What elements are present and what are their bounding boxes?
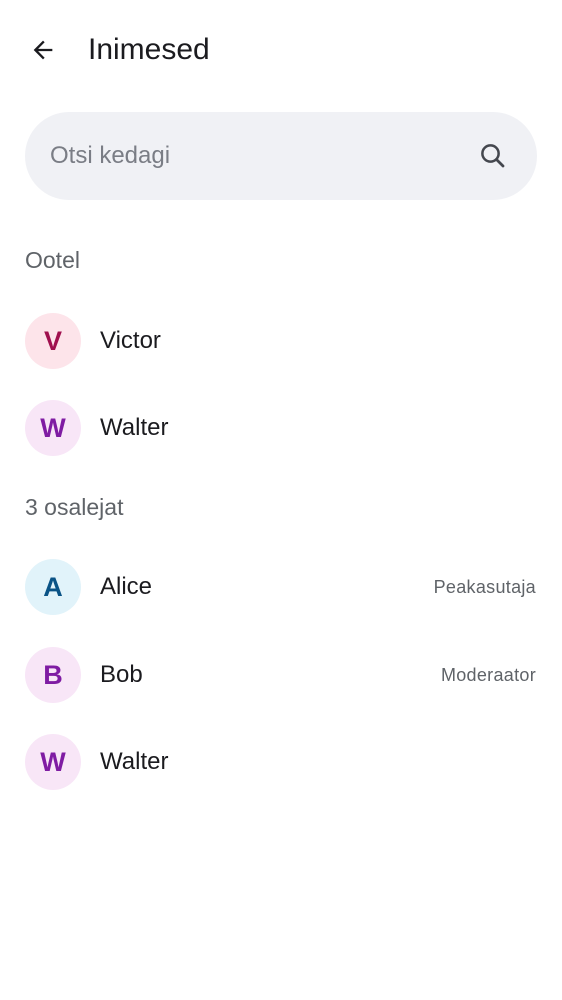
member-name: Bob [100, 661, 143, 688]
arrow-left-icon [29, 36, 57, 64]
avatar: W [25, 734, 81, 790]
list-item[interactable]: W Walter [0, 722, 562, 802]
search-input[interactable] [50, 112, 470, 200]
list-item[interactable]: B Bob Moderaator [0, 635, 562, 715]
member-name: Walter [100, 414, 169, 441]
avatar: B [25, 647, 81, 703]
section-header-pending: Ootel [25, 247, 80, 273]
search-bar[interactable] [25, 112, 537, 200]
back-button[interactable] [19, 26, 67, 74]
avatar: V [25, 313, 81, 369]
member-role-badge: Peakasutaja [433, 577, 536, 597]
avatar: A [25, 559, 81, 615]
section-header-members: 3 osalejat [25, 494, 124, 520]
member-role-badge: Moderaator [440, 665, 536, 685]
member-name: Alice [100, 573, 153, 600]
avatar: W [25, 400, 81, 456]
page-title: Inimesed [88, 33, 210, 66]
list-item[interactable]: A Alice Peakasutaja [0, 547, 562, 627]
list-item[interactable]: V Victor [0, 301, 562, 381]
list-item[interactable]: W Walter [0, 388, 562, 468]
search-icon[interactable] [477, 140, 509, 172]
member-name: Victor [100, 327, 161, 354]
member-name: Walter [100, 748, 169, 775]
top-app-bar: Inimesed [0, 0, 562, 100]
